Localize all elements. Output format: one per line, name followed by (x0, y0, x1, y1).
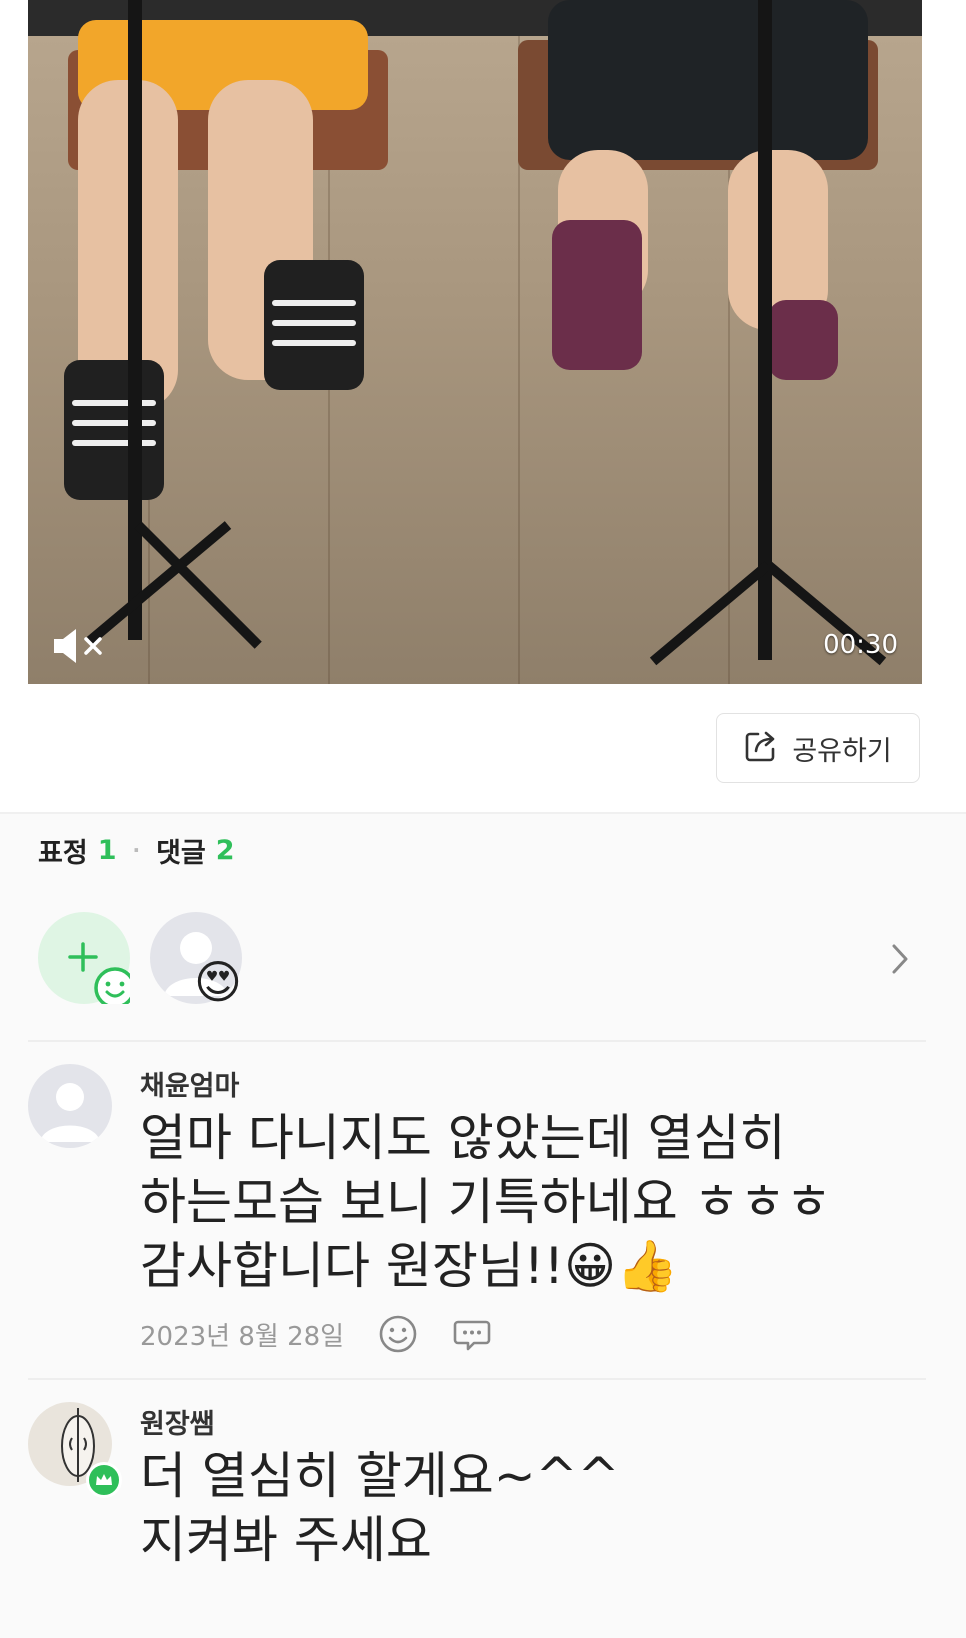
comment-author[interactable]: 채윤엄마 (140, 1064, 239, 1103)
separator-dot: · (132, 838, 141, 862)
comment-author[interactable]: 원장쌤 (140, 1402, 215, 1441)
comments-label[interactable]: 댓글 (156, 831, 206, 870)
avatar[interactable] (28, 1064, 112, 1148)
smiley-icon[interactable] (378, 1314, 418, 1354)
video-player[interactable]: 00:30 (28, 0, 922, 684)
comment-meta: 2023년 8월 28일 (140, 1312, 492, 1356)
add-reaction-icon (68, 942, 136, 1009)
reactions-count: 1 (97, 834, 117, 866)
slipper (768, 300, 838, 380)
share-button[interactable]: 공유하기 (716, 713, 920, 783)
share-label: 공유하기 (792, 735, 892, 767)
slipper (64, 360, 164, 500)
comment-text: 얼마 다니지도 않았는데 열심히 하는모습 보니 기특하네요 ㅎㅎㅎ 감사합니다… (140, 1109, 832, 1295)
comment-date: 2023년 8월 28일 (140, 1321, 345, 1352)
tripod-stand (128, 0, 142, 640)
divider (28, 1378, 926, 1380)
share-icon (744, 729, 778, 767)
comment-text: 더 열심히 할게요~^^ 지켜봐 주세요 (140, 1447, 620, 1569)
black-pants (548, 0, 868, 160)
reply-bubble-icon[interactable] (452, 1314, 492, 1354)
engagement-counts: 표정 1 · 댓글 2 (38, 828, 235, 872)
heart-eyes-emoji: 😍 (194, 955, 242, 1009)
video-duration: 00:30 (823, 630, 898, 660)
slipper (552, 220, 642, 370)
crown-icon (86, 1462, 122, 1498)
add-reaction-button[interactable] (38, 912, 136, 1009)
divider (28, 1040, 926, 1042)
speaker-muted-icon[interactable] (52, 628, 108, 664)
comments-count: 2 (215, 834, 235, 866)
reactions-label[interactable]: 표정 (38, 831, 88, 870)
chevron-right-icon[interactable] (886, 940, 914, 978)
